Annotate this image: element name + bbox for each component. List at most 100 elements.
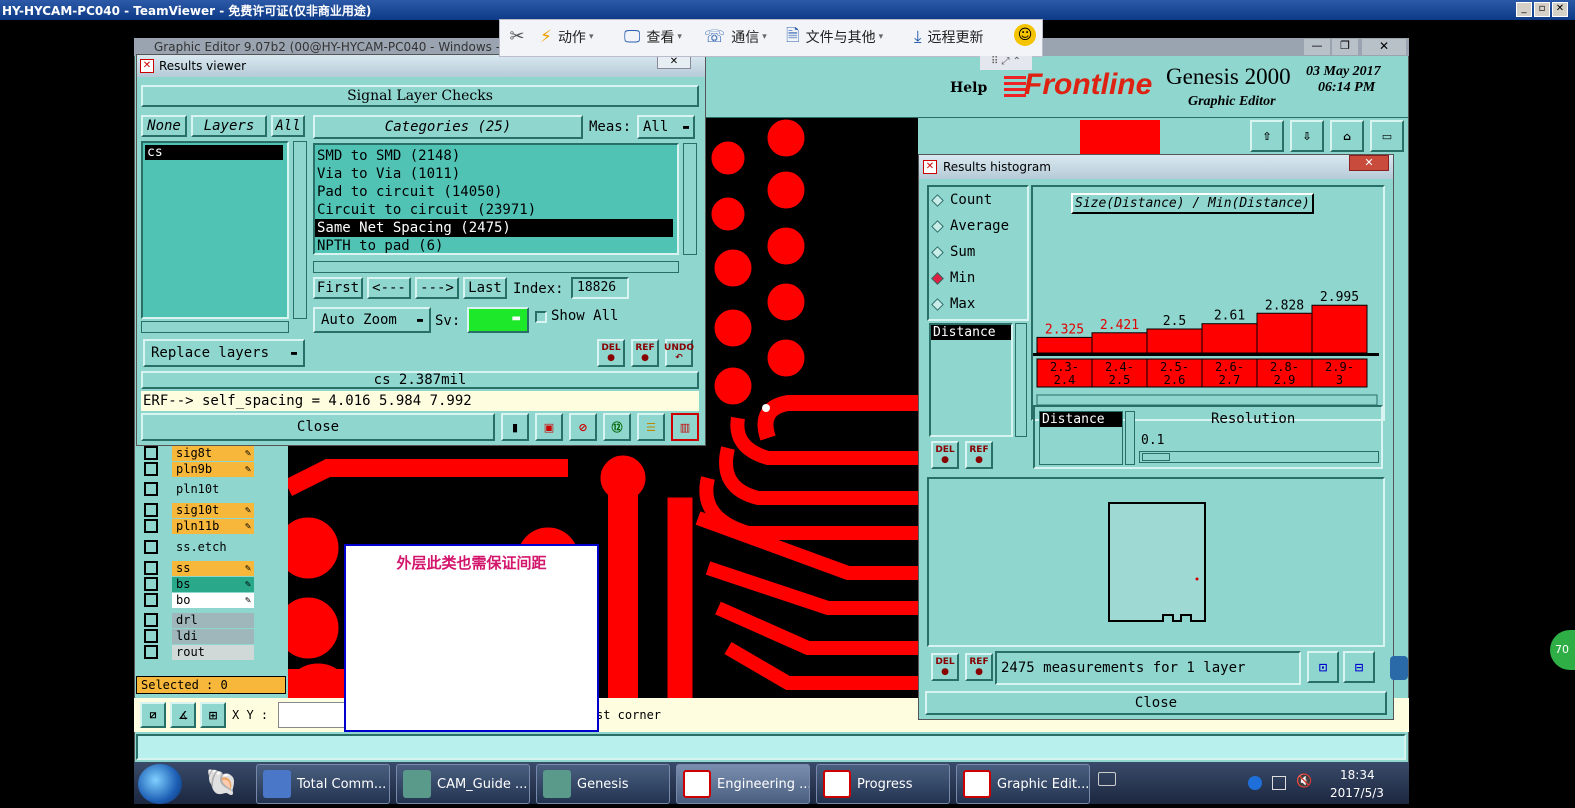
histogram-icon[interactable]: ▥ — [671, 413, 699, 441]
layer-name[interactable]: ldi — [172, 628, 254, 644]
distance-scrollbar[interactable] — [1015, 323, 1027, 437]
tv-menu-4[interactable]: ⤓ 远程更新 — [914, 26, 984, 48]
layer-name[interactable]: pln9b ✎ — [172, 461, 254, 477]
layer-checkbox[interactable] — [144, 629, 158, 643]
notes-icon[interactable]: ☰ — [637, 413, 665, 441]
layer-name[interactable]: ss.etch — [172, 539, 254, 555]
taskbar-item[interactable]: Total Comm... — [256, 764, 390, 804]
undo-icon[interactable]: UNDO ↶ — [664, 339, 694, 367]
report-icon[interactable]: ▣ — [535, 413, 563, 441]
layer-row[interactable]: bo ✎ — [140, 592, 254, 608]
aggregate-option-average[interactable]: Average — [929, 213, 1027, 239]
taskbar-item[interactable]: Genesis — [536, 764, 670, 804]
radio-diamond-icon[interactable] — [931, 271, 944, 285]
draw-tool-icon[interactable]: ⧄ — [140, 702, 166, 728]
auto-zoom-select[interactable]: Auto Zoom ▬ — [313, 307, 431, 333]
ge-minimize-button[interactable]: — — [1304, 39, 1330, 55]
start-button[interactable] — [138, 764, 182, 804]
layer-row[interactable]: pln11b ✎ — [140, 518, 254, 534]
layer-checkbox[interactable] — [144, 561, 158, 575]
layer-checkbox[interactable] — [144, 613, 158, 627]
tv-menu-3[interactable]: 🗎 文件与其他 ▾ — [786, 26, 883, 48]
resolution-slider[interactable] — [1139, 451, 1379, 463]
category-list-item[interactable]: Same Net Spacing (2475) — [315, 219, 673, 237]
replace-layers-select[interactable]: Replace layers ▬ — [143, 339, 305, 367]
layer-row[interactable]: rout — [140, 644, 254, 660]
xy-input[interactable] — [278, 702, 348, 728]
sv-color-select[interactable]: ▬ — [467, 307, 529, 333]
tv-close-session-icon[interactable]: ✂ — [506, 26, 528, 48]
layer-name[interactable]: ss ✎ — [172, 560, 254, 576]
histogram-bar[interactable] — [1201, 323, 1258, 354]
tray-network-icon[interactable] — [1272, 776, 1286, 790]
layer-name[interactable]: pln11b ✎ — [172, 518, 254, 534]
bottom-del-icon[interactable]: DEL ● — [931, 653, 959, 681]
upload-icon[interactable]: ⇧ — [1250, 120, 1284, 152]
layer-checkbox[interactable] — [144, 540, 158, 554]
hist-del-icon[interactable]: DEL ● — [931, 441, 959, 469]
layer-row[interactable]: ss.etch — [140, 539, 254, 555]
category-list-item[interactable]: SMD to SMD (2148) — [315, 147, 673, 165]
layer-name[interactable]: bs ✎ — [172, 576, 254, 592]
histogram-bar[interactable] — [1146, 328, 1203, 354]
results-close-button[interactable]: Close — [141, 413, 495, 441]
tv-toolbar-handle[interactable]: ⠿ ⤢ ⌃ — [980, 56, 1032, 70]
help-menu[interactable]: Help — [950, 80, 987, 96]
zoom-select-icon[interactable]: ⊟ — [1343, 651, 1375, 683]
histogram-bar[interactable] — [1256, 312, 1313, 354]
hist-ref-icon[interactable]: REF ● — [965, 441, 993, 469]
taskbar-item[interactable]: CAM_Guide ... — [396, 764, 530, 804]
home-icon[interactable]: ⌂ — [1330, 120, 1364, 152]
layer-row[interactable]: drl — [140, 612, 254, 628]
layer-checkbox[interactable] — [144, 645, 158, 659]
layer-row[interactable]: pln9b ✎ — [140, 461, 254, 477]
histogram-bar[interactable] — [1091, 332, 1148, 354]
layer-name[interactable]: drl — [172, 612, 254, 628]
index-input[interactable]: 18826 — [571, 277, 629, 299]
layer-row[interactable]: ss ✎ — [140, 560, 254, 576]
next-button[interactable]: ---> — [415, 277, 459, 299]
command-line[interactable] — [136, 734, 1406, 760]
clock-time[interactable]: 18:34 — [1340, 768, 1375, 782]
layer-list-scrollbar[interactable] — [293, 141, 307, 319]
layer-name[interactable]: rout — [172, 644, 254, 660]
layer-checkbox[interactable] — [144, 577, 158, 591]
window-icon[interactable]: ▭ — [1370, 120, 1404, 152]
close-button[interactable]: ✕ — [1552, 2, 1568, 17]
layer-list-hscroll[interactable] — [141, 321, 289, 333]
taskbar-item[interactable]: Graphic Edit... — [956, 764, 1090, 804]
meas-select[interactable]: All ▬ — [637, 115, 695, 139]
color-map-icon[interactable]: ▮ — [501, 413, 529, 441]
clock-date[interactable]: 2017/5/3 — [1330, 786, 1384, 800]
zoom-fit-icon[interactable]: ⊡ — [1307, 651, 1339, 683]
ge-close-button[interactable]: ✕ — [1362, 39, 1406, 55]
distance-scrollbar-2[interactable] — [1125, 411, 1135, 465]
category-hscroll[interactable] — [313, 261, 679, 273]
layer-row[interactable]: sig10t ✎ — [140, 502, 254, 518]
layer-checkbox[interactable] — [144, 446, 158, 460]
minimize-button[interactable]: _ — [1516, 2, 1532, 17]
bottom-ref-icon[interactable]: REF ● — [965, 653, 993, 681]
aggregate-option-max[interactable]: Max — [929, 291, 1027, 317]
layer-row[interactable]: pln10t — [140, 481, 254, 497]
distance-item-2[interactable]: Distance — [1040, 412, 1122, 427]
layer-checkbox[interactable] — [144, 519, 158, 533]
distance-item[interactable]: Distance — [931, 325, 1011, 340]
histogram-close-x-button[interactable]: ✕ — [1349, 155, 1389, 171]
layer-checkbox[interactable] — [144, 462, 158, 476]
del-icon[interactable]: DEL ● — [597, 339, 625, 367]
category-list-item[interactable]: Circuit to circuit (23971) — [315, 201, 673, 219]
results-viewer-close-button[interactable]: ✕ — [657, 55, 691, 69]
histogram-close-button[interactable]: Close — [925, 691, 1387, 715]
maximize-button[interactable]: ▫ — [1534, 2, 1550, 17]
resolution-slider-thumb[interactable] — [1142, 453, 1170, 461]
layer-row[interactable]: sig8t ✎ — [140, 445, 254, 461]
ref-icon[interactable]: REF ● — [631, 339, 659, 367]
distance-listbox[interactable]: Distance — [929, 323, 1013, 437]
tray-volume-icon[interactable]: 🔇 — [1296, 774, 1312, 790]
download-icon[interactable]: ⇩ — [1290, 120, 1324, 152]
aggregate-option-min[interactable]: Min — [929, 265, 1027, 291]
layer-count-icon[interactable]: ⑫ — [603, 413, 631, 441]
keyboard-icon[interactable] — [1098, 772, 1116, 786]
layer-checkbox[interactable] — [144, 593, 158, 607]
